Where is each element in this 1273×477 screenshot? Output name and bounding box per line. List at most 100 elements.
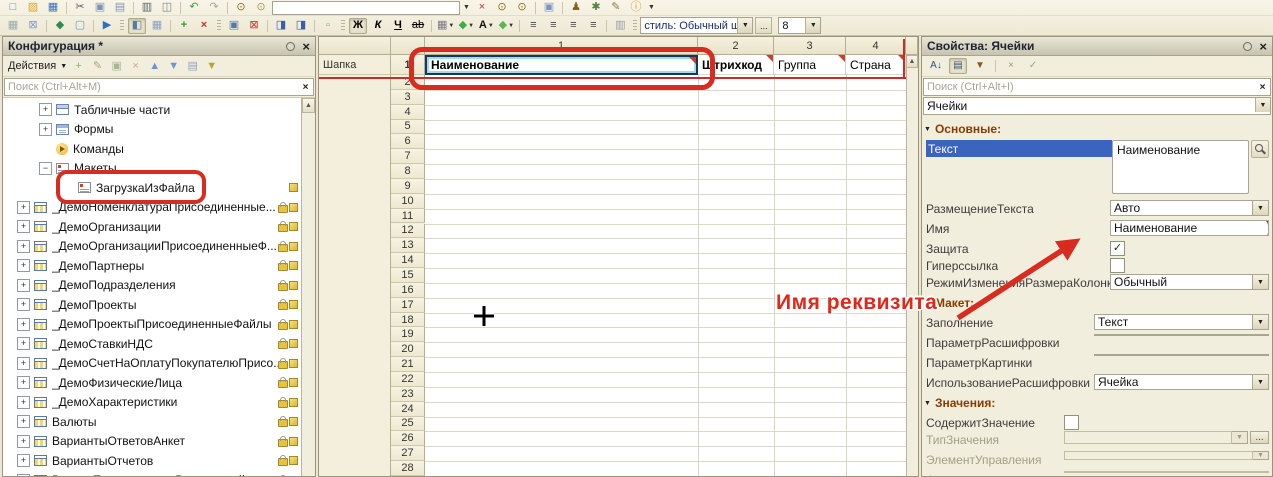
borders-dropdown[interactable]: ▦▼ (436, 18, 455, 34)
paste-icon[interactable]: ▤ (111, 0, 129, 16)
tree-item[interactable]: +Валюты (3, 412, 301, 432)
pin-icon[interactable] (286, 42, 295, 51)
row-header[interactable]: 7 (391, 149, 425, 164)
print-icon[interactable]: ▥ (138, 0, 156, 16)
copy-windows-icon[interactable]: ▣ (540, 0, 558, 16)
expand-icon[interactable]: + (17, 201, 30, 214)
row-header[interactable]: 4 (391, 105, 425, 120)
fill-color-dropdown[interactable]: ◆▼ (457, 18, 475, 34)
section-name-cell[interactable]: Шапка (319, 55, 391, 75)
expand-icon[interactable]: + (39, 103, 52, 116)
row-header[interactable]: 10 (391, 194, 425, 209)
header-cell[interactable]: Страна (846, 55, 906, 75)
expand-icon[interactable]: + (17, 220, 30, 233)
assign-name-icon[interactable]: ▣ (225, 18, 243, 34)
find-icon[interactable]: ⊙ (232, 0, 250, 16)
edit-document-icon[interactable]: ✎ (607, 0, 625, 16)
expand-icon[interactable]: + (17, 396, 30, 409)
open-icon[interactable]: ▨ (24, 0, 42, 16)
zoom-in-icon[interactable]: ⊙ (513, 0, 531, 16)
column-header[interactable]: 4 (846, 37, 906, 55)
sheet-data-area[interactable] (425, 55, 906, 476)
chevron-down-icon[interactable]: ▼ (1252, 374, 1269, 390)
tree-item[interactable]: +Команды (3, 139, 301, 159)
expand-icon[interactable]: + (39, 123, 52, 136)
row-header[interactable]: 19 (391, 327, 425, 342)
bold-button[interactable]: Ж (349, 18, 367, 34)
underline-button[interactable]: Ч (389, 18, 407, 34)
property-combo[interactable]: Ячейка (1094, 374, 1253, 390)
row-header[interactable]: 24 (391, 402, 425, 417)
row-header[interactable]: 12 (391, 224, 425, 239)
property-input[interactable] (1094, 354, 1269, 356)
list-icon[interactable]: ▤ (185, 59, 200, 73)
area-name-icon[interactable]: ▫ (319, 18, 337, 34)
row-header[interactable]: 26 (391, 431, 425, 446)
strikethrough-button[interactable]: ab (409, 18, 427, 34)
tree-item[interactable]: +Формы (3, 120, 301, 140)
tree-item[interactable]: +ВерсииПоставляемыхРасширений (3, 471, 301, 477)
tree-item[interactable]: +ВариантыОтветовАнкет (3, 432, 301, 452)
quick-search-input[interactable] (272, 1, 460, 15)
close-search-icon[interactable]: × (473, 0, 491, 16)
info-icon[interactable]: ⓘ (627, 0, 645, 16)
row-header[interactable]: 23 (391, 387, 425, 402)
row-header[interactable]: 5 (391, 120, 425, 135)
row-header[interactable]: 17 (391, 298, 425, 313)
edit-icon[interactable]: ✎ (90, 59, 105, 73)
expand-icon[interactable]: + (17, 240, 30, 253)
apply-icon[interactable]: ✓ (1024, 58, 1042, 74)
expand-icon[interactable]: + (17, 435, 30, 448)
pin-icon[interactable] (1243, 42, 1252, 51)
row-header[interactable]: 20 (391, 342, 425, 357)
clone-icon[interactable]: ▣ (109, 59, 124, 73)
italic-button[interactable]: К (369, 18, 387, 34)
active-users-icon[interactable]: ♟ (567, 0, 585, 16)
expand-icon[interactable]: + (17, 376, 30, 389)
align-left-button[interactable]: ≡ (524, 18, 542, 34)
tree-item[interactable]: +_ДемоФизическиеЛица (3, 373, 301, 393)
property-input[interactable]: Наименование (1110, 220, 1269, 236)
expand-icon[interactable]: + (17, 337, 30, 350)
open-editor-button[interactable] (1251, 140, 1269, 158)
new-document-icon[interactable]: □ (4, 0, 22, 16)
expand-icon[interactable]: + (17, 279, 30, 292)
row-header[interactable]: 9 (391, 179, 425, 194)
column-header[interactable]: 2 (698, 37, 774, 55)
header-cell[interactable]: Группа (774, 55, 846, 75)
chevron-down-icon[interactable]: ▼ (1252, 200, 1269, 216)
row-header[interactable]: 3 (391, 90, 425, 105)
row-header[interactable]: 8 (391, 164, 425, 179)
row-header[interactable]: 18 (391, 313, 425, 328)
row-header[interactable]: 11 (391, 209, 425, 224)
close-icon[interactable]: × (302, 40, 310, 53)
load-data-icon[interactable]: ◆ (51, 18, 69, 34)
tree-item[interactable]: +_ДемоПроектыПрисоединенныеФайлы (3, 315, 301, 335)
undo-icon[interactable]: ↶ (185, 0, 203, 16)
tree-item[interactable]: +Табличные части (3, 100, 301, 120)
row-header[interactable]: 16 (391, 283, 425, 298)
font-size-combo[interactable]: 8▼ (778, 17, 821, 34)
sort-alpha-icon[interactable]: A↓ (927, 58, 945, 74)
column-header[interactable]: 3 (774, 37, 846, 55)
global-search-icon[interactable]: ✱ (587, 0, 605, 16)
properties-object-selector[interactable]: Ячейки ▼ (923, 97, 1271, 115)
row-header[interactable]: 1 (391, 55, 425, 75)
tree-scrollbar[interactable]: ▲ (301, 98, 315, 476)
form-window-icon[interactable]: ▢ (71, 18, 89, 34)
row-header[interactable]: 6 (391, 134, 425, 149)
filter-icon[interactable]: ▼ (204, 59, 219, 73)
redo-icon[interactable]: ↷ (205, 0, 223, 16)
expand-icon[interactable]: + (17, 415, 30, 428)
tree-item[interactable]: +_ДемоПодразделения (3, 276, 301, 296)
expand-icon[interactable]: + (17, 259, 30, 272)
style-combo[interactable]: стиль: Обычный шр▼ (640, 17, 753, 34)
property-checkbox[interactable] (1110, 258, 1125, 273)
save-icon[interactable]: ▦ (44, 0, 62, 16)
row-header[interactable]: 21 (391, 357, 425, 372)
collapse-icon[interactable]: − (39, 162, 52, 175)
property-input[interactable] (1094, 334, 1269, 336)
tree-item[interactable]: +ВариантыОтчетов (3, 451, 301, 471)
chevron-down-icon[interactable]: ▼ (737, 18, 752, 33)
text-value-box[interactable]: Наименование (1112, 140, 1249, 194)
